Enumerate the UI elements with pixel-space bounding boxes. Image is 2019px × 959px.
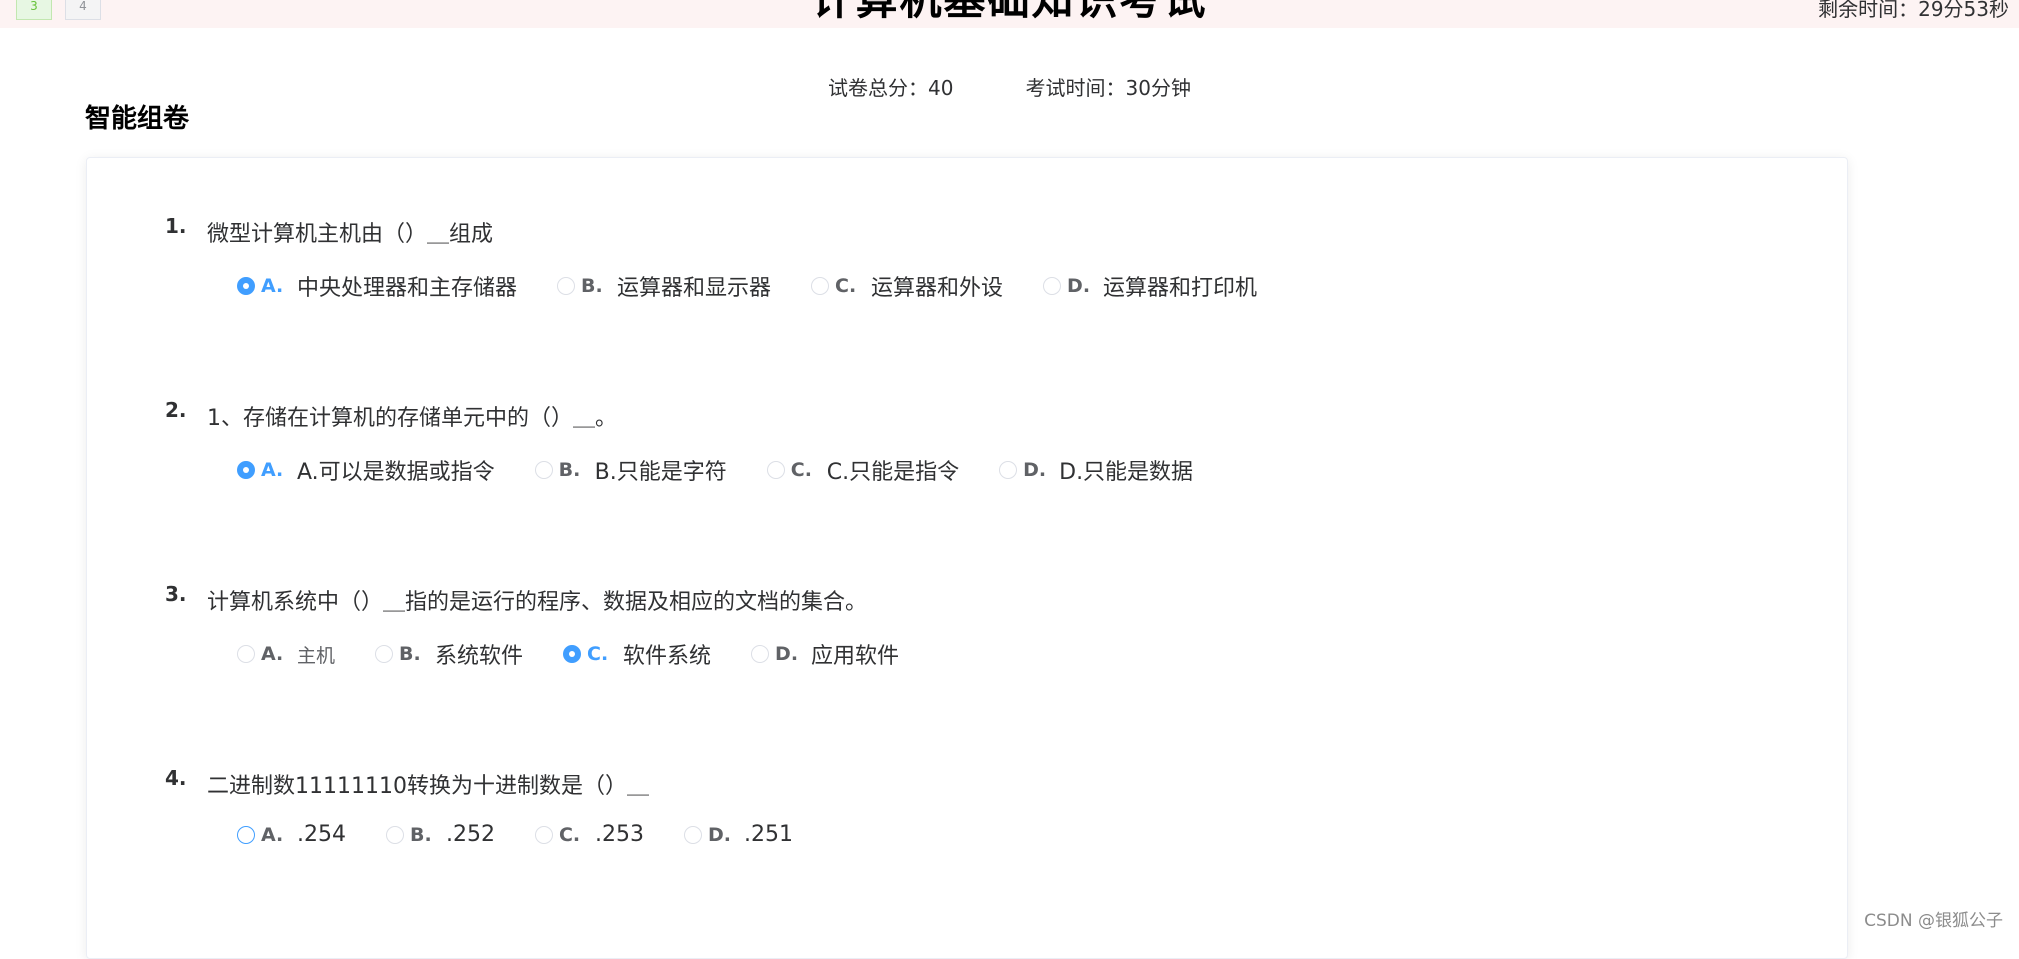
- option-text: D.只能是数据: [1059, 460, 1194, 485]
- option-a[interactable]: A. .254: [237, 822, 346, 847]
- question-card: 1. 微型计算机主机由（）＿组成 A. 中央处理器和主存储器 B. 运算器和显示…: [86, 157, 1848, 959]
- option-letter: D.: [1023, 459, 1047, 481]
- total-score: 试卷总分：40: [828, 76, 954, 100]
- option-letter: D.: [707, 823, 731, 846]
- radio-icon[interactable]: [557, 277, 576, 295]
- option-a[interactable]: A. 中央处理器和主存储器: [237, 270, 517, 302]
- radio-icon[interactable]: [766, 461, 785, 479]
- radio-icon[interactable]: [237, 825, 255, 844]
- radio-icon[interactable]: [1043, 277, 1062, 295]
- radio-checked-icon[interactable]: [563, 645, 582, 663]
- radio-icon[interactable]: [811, 277, 830, 295]
- option-text: .252: [445, 822, 495, 847]
- option-d[interactable]: D. 运算器和打印机: [1043, 270, 1257, 302]
- option-letter: D.: [1067, 275, 1091, 297]
- option-c[interactable]: C. 软件系统: [563, 638, 711, 670]
- option-letter: A.: [261, 459, 284, 481]
- radio-icon[interactable]: [683, 825, 702, 844]
- option-letter: C.: [790, 459, 812, 481]
- option-letter: C.: [558, 823, 581, 846]
- option-text: A.可以是数据或指令: [297, 460, 495, 485]
- option-letter: A.: [261, 643, 284, 665]
- option-text: 软件系统: [623, 644, 712, 669]
- question-text: 微型计算机主机由（）＿组成: [207, 222, 494, 247]
- option-b[interactable]: B. .252: [385, 822, 495, 847]
- question-number: 1.: [165, 214, 187, 238]
- option-text: 系统软件: [435, 644, 524, 669]
- option-text: .254: [297, 822, 346, 847]
- section-title: 智能组卷: [85, 104, 190, 134]
- question-options: A. 主机 B. 系统软件 C. 软件系统 D. 应用软件: [237, 638, 939, 670]
- option-letter: B.: [409, 823, 432, 846]
- option-letter: B.: [558, 459, 581, 481]
- option-text: 应用软件: [811, 644, 900, 669]
- radio-icon[interactable]: [237, 645, 255, 663]
- radio-icon[interactable]: [534, 825, 553, 844]
- radio-icon[interactable]: [375, 645, 394, 663]
- option-letter: C.: [835, 275, 857, 297]
- option-letter: B.: [399, 643, 421, 665]
- exam-title: 计算机基础知识考试: [0, 0, 2019, 27]
- question-options: A. 中央处理器和主存储器 B. 运算器和显示器 C. 运算器和外设 D. 运算…: [237, 270, 1297, 302]
- csdn-watermark: CSDN @银狐公子: [1864, 911, 2003, 931]
- question-options: A. A.可以是数据或指令 B. B.只能是字符 C. C.只能是指令 D. D…: [237, 454, 1233, 486]
- option-text: B.只能是字符: [594, 460, 727, 485]
- option-text: 中央处理器和主存储器: [297, 276, 518, 301]
- option-c[interactable]: C. 运算器和外设: [811, 270, 1003, 302]
- option-text: C.只能是指令: [826, 460, 960, 485]
- option-d[interactable]: D. 应用软件: [751, 638, 899, 670]
- question-number: 4.: [165, 766, 187, 790]
- radio-icon[interactable]: [999, 461, 1018, 479]
- question-text: 二进制数11111110转换为十进制数是（）＿: [207, 774, 649, 799]
- option-b[interactable]: B. 运算器和显示器: [557, 270, 771, 302]
- option-c[interactable]: C. .253: [534, 822, 644, 847]
- option-text: 运算器和外设: [871, 276, 1004, 301]
- option-text: .253: [594, 822, 644, 847]
- question-options: A. .254 B. .252 C. .253 D. .251: [237, 822, 833, 847]
- option-b[interactable]: B. 系统软件: [375, 638, 523, 670]
- exam-meta: 试卷总分：40 考试时间：30分钟: [0, 72, 2019, 101]
- radio-icon[interactable]: [534, 461, 553, 479]
- option-text: 运算器和打印机: [1103, 276, 1258, 301]
- option-a[interactable]: A. 主机: [237, 641, 335, 668]
- question-text: 1、存储在计算机的存储单元中的（）＿。: [207, 406, 617, 431]
- radio-icon[interactable]: [385, 825, 404, 844]
- radio-icon[interactable]: [751, 645, 770, 663]
- option-letter: A.: [261, 823, 284, 846]
- option-a[interactable]: A. A.可以是数据或指令: [237, 454, 495, 486]
- question-number: 2.: [165, 398, 187, 422]
- option-c[interactable]: C. C.只能是指令: [766, 454, 960, 486]
- option-letter: B.: [581, 275, 603, 297]
- radio-checked-icon[interactable]: [237, 461, 255, 479]
- option-d[interactable]: D. .251: [683, 822, 793, 847]
- option-d[interactable]: D. D.只能是数据: [999, 454, 1193, 486]
- option-letter: D.: [775, 643, 799, 665]
- option-text: .251: [743, 822, 793, 847]
- option-text: 主机: [297, 644, 336, 667]
- option-text: 运算器和显示器: [617, 276, 772, 301]
- radio-checked-icon[interactable]: [237, 277, 255, 295]
- question-text: 计算机系统中（）＿指的是运行的程序、数据及相应的文档的集合。: [207, 590, 868, 615]
- option-letter: A.: [261, 275, 284, 297]
- exam-time: 考试时间：30分钟: [1025, 76, 1191, 100]
- option-b[interactable]: B. B.只能是字符: [534, 454, 727, 486]
- option-letter: C.: [587, 643, 609, 665]
- question-number: 3.: [165, 582, 187, 606]
